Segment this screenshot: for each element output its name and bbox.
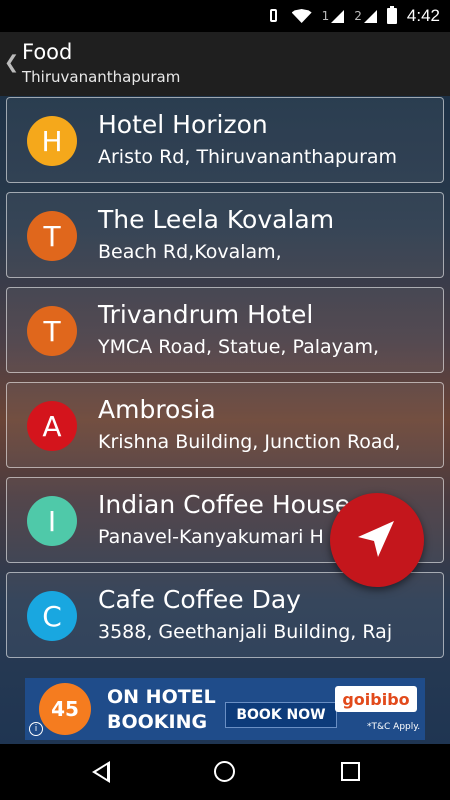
ad-terms: *T&C Apply. <box>367 722 421 732</box>
ad-banner[interactable]: 45 ON HOTEL BOOKING BOOK NOW goibibo *T&… <box>25 678 425 740</box>
avatar: C <box>27 591 77 641</box>
system-nav-bar <box>0 744 450 800</box>
avatar: I <box>27 496 77 546</box>
ad-discount-badge: 45 <box>39 683 91 735</box>
place-address: Aristo Rd, Thiruvananthapuram <box>98 146 398 168</box>
place-name: Hotel Horizon <box>98 110 268 139</box>
battery-icon <box>386 6 397 24</box>
page-subtitle: Thiruvananthapuram <box>22 68 181 86</box>
nav-back-icon-inner <box>96 765 107 779</box>
place-address: Krishna Building, Junction Road, <box>98 431 401 453</box>
status-bar: 1 2 4:42 <box>0 0 450 32</box>
place-name: Cafe Coffee Day <box>98 585 301 614</box>
page-title: Food <box>22 40 73 64</box>
avatar: T <box>27 211 77 261</box>
wifi-icon <box>291 9 312 23</box>
ad-headline: ON HOTEL <box>107 686 216 708</box>
sim1-signal: 1 <box>322 9 345 23</box>
place-address: YMCA Road, Statue, Palayam, <box>98 336 380 358</box>
sim2-signal: 2 <box>354 9 377 23</box>
nav-recents-icon[interactable] <box>341 762 360 781</box>
list-item[interactable]: H Hotel Horizon Aristo Rd, Thiruvanantha… <box>6 97 444 183</box>
clock: 4:42 <box>406 6 440 25</box>
ad-headline-2: BOOKING <box>107 711 208 733</box>
avatar: H <box>27 116 77 166</box>
navigation-arrow-icon <box>358 521 394 557</box>
place-address: 3588, Geethanjali Building, Raj <box>98 621 393 643</box>
nav-home-icon[interactable] <box>214 761 235 782</box>
avatar: A <box>27 401 77 451</box>
place-name: The Leela Kovalam <box>98 205 335 234</box>
list-item[interactable]: T The Leela Kovalam Beach Rd,Kovalam, <box>6 192 444 278</box>
place-name: Indian Coffee House <box>98 490 351 519</box>
place-name: Ambrosia <box>98 395 216 424</box>
avatar: T <box>27 306 77 356</box>
signal-icon <box>331 10 345 23</box>
place-name: Trivandrum Hotel <box>98 300 314 329</box>
place-address: Beach Rd,Kovalam, <box>98 241 282 263</box>
ad-info-icon[interactable]: i <box>29 722 43 736</box>
list-item[interactable]: T Trivandrum Hotel YMCA Road, Statue, Pa… <box>6 287 444 373</box>
app-bar: ❮ Food Thiruvananthapuram <box>0 32 450 96</box>
back-chevron-icon[interactable]: ❮ <box>4 52 19 73</box>
signal-icon <box>363 10 377 23</box>
ad-book-now-button[interactable]: BOOK NOW <box>225 702 337 728</box>
list-item[interactable]: A Ambrosia Krishna Building, Junction Ro… <box>6 382 444 468</box>
ad-brand-logo: goibibo <box>335 686 417 712</box>
navigate-button[interactable] <box>330 493 424 587</box>
vibrate-icon <box>266 8 282 24</box>
